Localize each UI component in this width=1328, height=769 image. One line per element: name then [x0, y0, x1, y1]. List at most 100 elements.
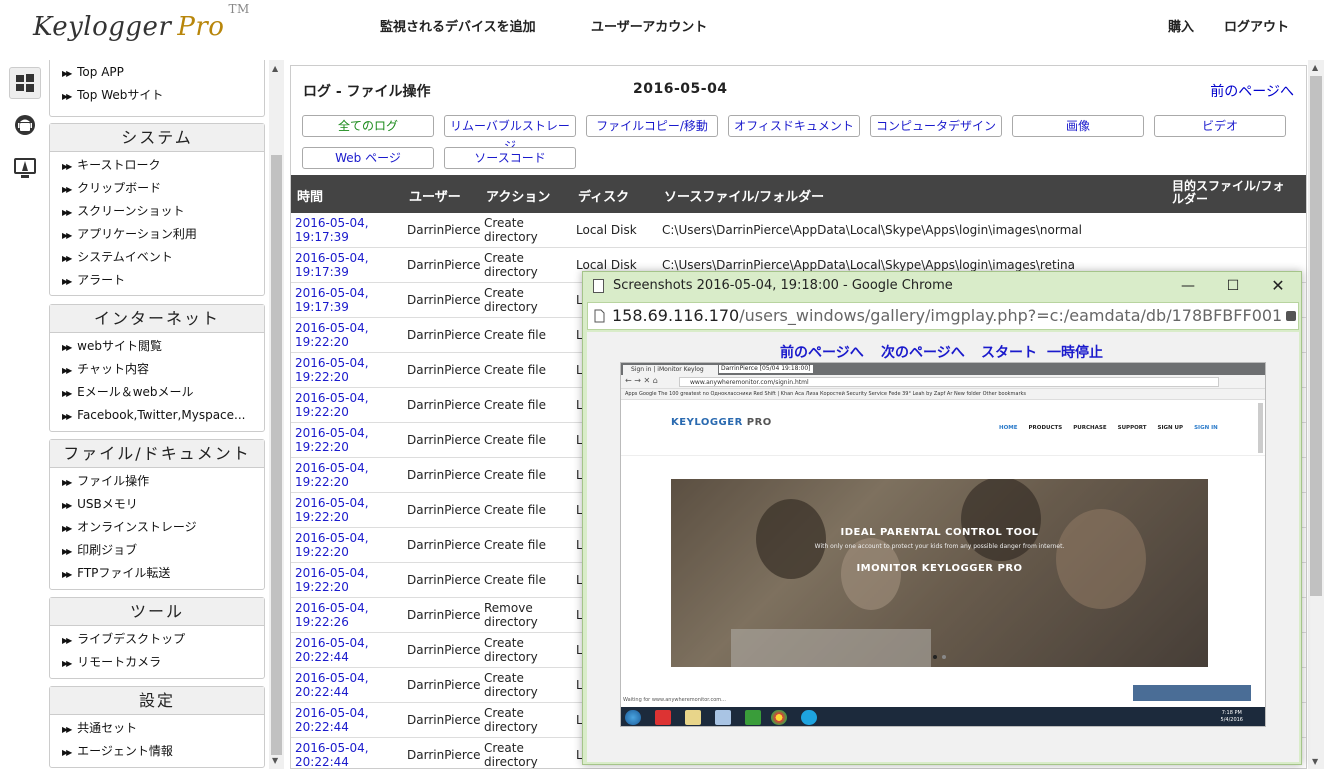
sidebar-item-keystrokes[interactable]: ▶▶ キーストローク: [50, 154, 264, 177]
windows-icon[interactable]: [9, 67, 41, 99]
row-time[interactable]: 2016-05-04, 19:22:20: [295, 566, 395, 594]
maximize-icon[interactable]: ☐: [1218, 276, 1248, 296]
row-time[interactable]: 2016-05-04, 19:17:39: [295, 251, 395, 279]
filter-images[interactable]: 画像: [1012, 115, 1144, 137]
shot-tabbar: Sign in | iMonitor Keylog DarrinPierce […: [621, 363, 1265, 375]
row-time[interactable]: 2016-05-04, 19:22:20: [295, 496, 395, 524]
row-time[interactable]: 2016-05-04, 20:22:44: [295, 706, 395, 734]
filter-source-code[interactable]: ソースコード: [444, 147, 576, 169]
sidebar-item-chat[interactable]: ▶▶ チャット内容: [50, 358, 264, 381]
row-time[interactable]: 2016-05-04, 20:22:44: [295, 671, 395, 699]
shot-user-tag: DarrinPierce [05/04 19:18:00]: [719, 365, 813, 373]
filter-office-docs[interactable]: オフィスドキュメント: [728, 115, 860, 137]
filter-video[interactable]: ビデオ: [1154, 115, 1286, 137]
minimize-icon[interactable]: —: [1173, 276, 1203, 296]
translate-icon[interactable]: [1286, 311, 1296, 321]
sidebar-item-agent-info[interactable]: ▶▶ エージェント情報: [50, 740, 264, 763]
logo-text: Keylogger: [33, 12, 172, 42]
main-scroll-thumb[interactable]: [1310, 76, 1322, 596]
tools-panel-title: ツール: [50, 598, 264, 626]
prev-page-link[interactable]: 前のページへ: [1210, 81, 1294, 101]
sidebar-item-system-events[interactable]: ▶▶ システムイベント: [50, 246, 264, 269]
sidebar-item-usb[interactable]: ▶▶ USBメモリ: [50, 493, 264, 516]
sidebar-item-web-browsing[interactable]: ▶▶ webサイト閲覧: [50, 335, 264, 358]
sidebar-item-remote-camera[interactable]: ▶▶ リモートカメラ: [50, 651, 264, 674]
row-time[interactable]: 2016-05-04, 19:22:26: [295, 601, 395, 629]
table-row[interactable]: 2016-05-04, 19:17:39 DarrinPierce Create dir…: [291, 213, 1306, 248]
sidebar-item-file-ops[interactable]: ▶▶ ファイル操作: [50, 470, 264, 493]
buy-link[interactable]: 購入: [1168, 16, 1194, 35]
files-panel: ファイル/ドキュメント ▶▶ ファイル操作 ▶▶ USBメモリ ▶▶ オンライン…: [49, 439, 265, 590]
row-user: DarrinPierce: [407, 328, 481, 342]
row-time[interactable]: 2016-05-04, 19:17:39: [295, 216, 395, 244]
filter-all-logs[interactable]: 全てのログ: [302, 115, 434, 137]
sidebar-item-live-desktop[interactable]: ▶▶ ライブデスクトップ: [50, 628, 264, 651]
row-user: DarrinPierce: [407, 608, 481, 622]
sidebar-scroll-thumb[interactable]: [271, 155, 282, 755]
filter-computer-design[interactable]: コンピュータデザイン: [870, 115, 1002, 137]
sidebar-item-top-website[interactable]: ▶▶ Top Webサイト: [50, 84, 264, 107]
row-action: Create file: [484, 398, 546, 412]
pause-slideshow-button[interactable]: 一時停止: [1047, 342, 1103, 362]
row-action: Create directory: [484, 706, 538, 734]
sidebar-item-online-storage[interactable]: ▶▶ オンラインストレージ: [50, 516, 264, 539]
sidebar-scrollbar[interactable]: ▲ ▼: [269, 60, 284, 769]
sidebar-item-app-usage[interactable]: ▶▶ アプリケーション利用: [50, 223, 264, 246]
row-action: Create directory: [484, 286, 538, 314]
add-device-link[interactable]: 監視されるデバイスを追加: [380, 16, 536, 35]
col-target[interactable]: 目的スファイル/フォルダー: [1172, 180, 1292, 206]
screenshot-viewer-window: Screenshots 2016-05-04, 19:18:00 - Googl…: [582, 271, 1302, 765]
col-disk[interactable]: ディスク: [578, 186, 629, 205]
keylogger-pro-logo[interactable]: Keylogger ProTM: [33, 2, 250, 42]
row-time[interactable]: 2016-05-04, 19:22:20: [295, 461, 395, 489]
next-slide-button[interactable]: 次のページへ: [881, 342, 965, 362]
row-disk: Local Disk: [576, 258, 637, 272]
row-user: DarrinPierce: [407, 468, 481, 482]
address-bar[interactable]: 158.69.116.170/users_windows/gallery/img…: [587, 302, 1299, 330]
android-icon[interactable]: [9, 109, 41, 141]
sidebar-item-email[interactable]: ▶▶ Eメール＆webメール: [50, 381, 264, 404]
row-user: DarrinPierce: [407, 573, 481, 587]
sidebar-item-common-settings[interactable]: ▶▶ 共通セット: [50, 717, 264, 740]
logout-link[interactable]: ログアウト: [1224, 16, 1289, 35]
sidebar-item-clipboard[interactable]: ▶▶ クリップボード: [50, 177, 264, 200]
row-user: DarrinPierce: [407, 538, 481, 552]
sidebar-item-ftp[interactable]: ▶▶ FTPファイル転送: [50, 562, 264, 585]
settings-panel: 設定 ▶▶ 共通セット ▶▶ エージェント情報: [49, 686, 265, 768]
scroll-up-icon[interactable]: ▲: [1312, 63, 1318, 72]
col-action[interactable]: アクション: [486, 186, 550, 205]
mac-icon[interactable]: [9, 152, 41, 184]
scroll-down-icon[interactable]: ▼: [272, 756, 278, 765]
row-time[interactable]: 2016-05-04, 19:22:20: [295, 356, 395, 384]
start-slideshow-button[interactable]: スタート: [981, 342, 1037, 362]
main-scrollbar[interactable]: ▲ ▼: [1308, 60, 1324, 769]
col-source[interactable]: ソースファイル/フォルダー: [664, 186, 824, 205]
col-time[interactable]: 時間: [297, 186, 323, 205]
row-time[interactable]: 2016-05-04, 19:22:20: [295, 391, 395, 419]
row-time[interactable]: 2016-05-04, 19:17:39: [295, 286, 395, 314]
sidebar-item-social[interactable]: ▶▶ Facebook,Twitter,Myspace...: [50, 404, 264, 427]
row-action: Create directory: [484, 741, 538, 769]
row-time[interactable]: 2016-05-04, 20:22:44: [295, 636, 395, 664]
close-icon[interactable]: ✕: [1263, 276, 1293, 296]
prev-slide-button[interactable]: 前のページへ: [780, 342, 864, 362]
filter-web-pages[interactable]: Web ページ: [302, 147, 434, 169]
sidebar-item-screenshots[interactable]: ▶▶ スクリーンショット: [50, 200, 264, 223]
user-account-link[interactable]: ユーザーアカウント: [591, 16, 707, 35]
row-time[interactable]: 2016-05-04, 20:22:44: [295, 741, 395, 768]
col-user[interactable]: ユーザー: [409, 186, 461, 205]
filter-file-copy[interactable]: ファイルコピー/移動: [586, 115, 718, 137]
scroll-down-icon[interactable]: ▼: [1312, 757, 1318, 766]
shot-navbar: ← → ✕ ⌂ www.anywheremonitor.com/signin.h…: [621, 375, 1265, 389]
sidebar-item-print-jobs[interactable]: ▶▶ 印刷ジョブ: [50, 539, 264, 562]
sidebar-item-alerts[interactable]: ▶▶ アラート: [50, 269, 264, 292]
filter-removable-storage[interactable]: リムーバブルストレージ: [444, 115, 576, 153]
shot-scrollbar: [1258, 403, 1263, 453]
row-time[interactable]: 2016-05-04, 19:22:20: [295, 426, 395, 454]
row-time[interactable]: 2016-05-04, 19:22:20: [295, 321, 395, 349]
sidebar-item-top-app[interactable]: ▶▶ Top APP: [50, 61, 264, 84]
scroll-up-icon[interactable]: ▲: [272, 64, 278, 73]
row-time[interactable]: 2016-05-04, 19:22:20: [295, 531, 395, 559]
document-icon: [593, 279, 604, 293]
row-user: DarrinPierce: [407, 503, 481, 517]
